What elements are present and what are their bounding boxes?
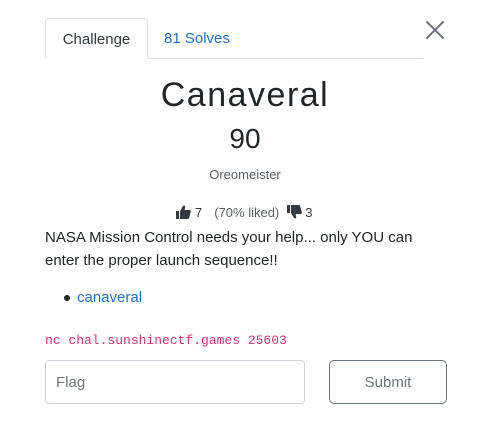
thumbs-down-icon[interactable] <box>287 205 303 219</box>
tab-challenge[interactable]: Challenge <box>45 18 148 59</box>
challenge-author: Oreomeister <box>209 167 281 182</box>
list-bullet <box>64 294 70 301</box>
tab-bar: Challenge 81 Solves <box>45 18 423 59</box>
close-icon <box>426 21 444 39</box>
challenge-points: 90 <box>229 123 261 154</box>
connection-info: nc chal.sunshinectf.games 25603 <box>45 333 287 348</box>
submit-button[interactable]: Submit <box>329 360 447 404</box>
thumbs-up-icon[interactable] <box>176 205 191 219</box>
file-link-canaveral[interactable]: canaveral <box>77 289 142 306</box>
tab-solves[interactable]: 81 Solves <box>164 18 230 59</box>
challenge-title: Canaveral <box>160 76 330 114</box>
file-list: canaveral <box>64 289 142 306</box>
liked-percentage: (70% liked) <box>214 204 280 220</box>
likes-count: 7 <box>195 204 203 220</box>
close-button[interactable] <box>423 18 447 42</box>
flag-input[interactable] <box>45 360 305 404</box>
rating-bar: 7 (70% liked) 3 <box>176 204 313 220</box>
dislikes-count: 3 <box>305 204 313 220</box>
challenge-description: NASA Mission Control needs your help... … <box>45 229 413 269</box>
